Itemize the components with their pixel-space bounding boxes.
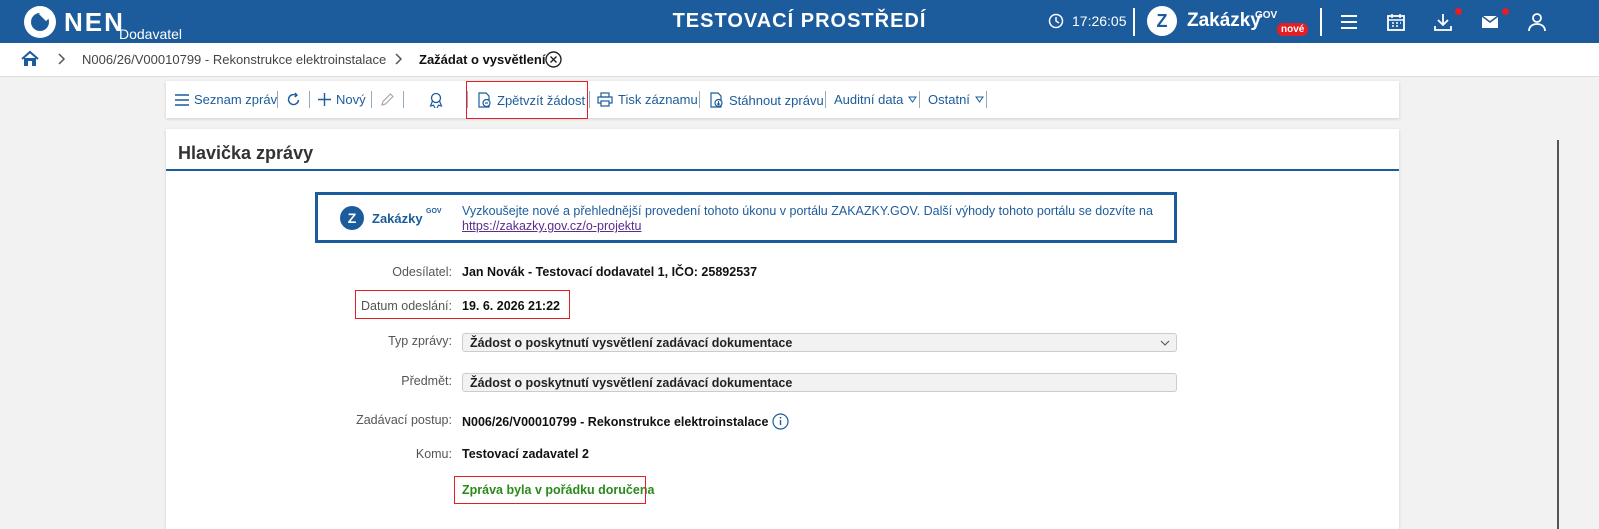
home-icon[interactable] [21,50,39,68]
download-icon[interactable] [1433,12,1453,32]
breadcrumb-item-procedure[interactable]: N006/26/V00010799 - Rekonstrukce elektro… [82,52,386,67]
triangle-down-icon [908,96,918,103]
print-record-button[interactable]: Tisk záznamu [597,92,698,107]
sender-value: Jan Novák - Testovací dodavatel 1, IČO: … [462,265,758,279]
message-header-card: Hlavička zprávy Z Zakázky GOV Vyzkoušejt… [166,129,1399,529]
environment-title: TESTOVACÍ PROSTŘEDÍ [672,10,927,32]
calendar-icon[interactable] [1386,12,1406,32]
subject-field[interactable]: Žádost o poskytnutí vysvětlení zadávací … [462,373,1177,392]
audit-data-label: Auditní data [834,92,904,107]
edit-button[interactable] [380,92,395,107]
highlight-box [355,290,570,319]
mail-notification-dot [1502,8,1509,15]
mail-icon[interactable] [1480,12,1500,32]
close-circle-icon[interactable] [545,51,562,68]
download-message-button[interactable]: Stáhnout zprávu [708,92,824,108]
chevron-right-icon [395,53,403,65]
header-divider [1133,8,1135,36]
list-icon [175,93,189,106]
procedure-label: Zadávací postup: [356,413,452,427]
chevron-down-icon [1160,340,1170,346]
toolbar: Seznam zpráv Nový Zpětvzít žádost Tisk z… [166,81,1399,119]
toolbar-separator [371,91,372,108]
user-icon[interactable] [1527,12,1547,32]
toolbar-separator [309,91,310,108]
chevron-right-icon [58,53,66,65]
toolbar-separator [589,91,590,108]
highlight-box [466,81,588,119]
banner-link[interactable]: https://zakazky.gov.cz/o-projektu [462,219,641,233]
zakazky-logo-icon: Z [1147,6,1177,36]
breadcrumb: N006/26/V00010799 - Rekonstrukce elektro… [0,43,1599,77]
zakazky-gov-sup: GOV [1255,10,1278,21]
menu-icon[interactable] [1339,12,1359,32]
other-label: Ostatní [928,92,970,107]
banner-brand: Zakázky [372,211,423,226]
toolbar-separator [825,91,826,108]
info-icon [772,413,790,430]
session-clock: 17:26:05 [1048,13,1127,29]
zakazky-new-badge: nové [1277,23,1309,36]
message-list-label: Seznam zpráv [194,92,278,107]
recipient-label: Komu: [415,447,452,461]
zakazky-label: Zakázky [1187,10,1261,31]
zakazky-logo-icon: Z [340,206,364,230]
clock-icon [1048,13,1064,29]
header-divider [1320,8,1322,36]
award-button[interactable] [428,92,444,108]
message-type-label: Typ zprávy: [388,334,452,348]
document-download-icon [710,92,723,108]
award-icon [429,92,443,108]
clock-time: 17:26:05 [1072,13,1127,29]
recipient-value: Testovací zadavatel 2 [462,447,589,461]
toolbar-separator [919,91,920,108]
pencil-icon [381,93,394,106]
toolbar-separator [277,91,278,108]
scrollbar[interactable] [1557,140,1559,529]
toolbar-separator [699,91,700,108]
new-button[interactable]: Nový [318,92,366,107]
banner-brand-gov: GOV [426,208,442,215]
download-notification-dot [1455,8,1462,15]
audit-data-dropdown[interactable]: Auditní data [834,92,918,107]
other-dropdown[interactable]: Ostatní [928,92,984,107]
top-bar: NEN Dodavatel TESTOVACÍ PROSTŘEDÍ 17:26:… [0,0,1599,43]
new-label: Nový [336,92,366,107]
breadcrumb-current: Zažádat o vysvětlení [419,52,546,67]
toolbar-separator [986,91,987,108]
message-list-button[interactable]: Seznam zpráv [175,92,277,107]
card-title-underline [166,169,1399,171]
sender-label: Odesílatel: [392,265,452,279]
message-type-value: Žádost o poskytnutí vysvětlení zadávací … [470,336,793,350]
message-type-select[interactable]: Žádost o poskytnutí vysvětlení zadávací … [462,333,1177,352]
printer-icon [597,92,613,107]
subject-label: Předmět: [401,374,452,388]
refresh-icon [287,92,300,106]
procedure-value: N006/26/V00010799 - Rekonstrukce elektro… [462,414,769,429]
highlight-box [454,476,646,504]
triangle-down-icon [974,96,984,103]
zakazky-gov-banner: Z Zakázky GOV Vyzkoušejte nové a přehled… [315,192,1177,243]
refresh-button[interactable] [286,92,301,107]
card-title: Hlavička zprávy [178,143,314,163]
banner-text: Vyzkoušejte nové a přehlednější proveden… [462,204,1153,234]
banner-message: Vyzkoušejte nové a přehlednější proveden… [462,204,1153,218]
download-message-label: Stáhnout zprávu [729,92,824,108]
plus-icon [318,93,331,106]
print-record-label: Tisk záznamu [618,92,698,107]
procedure-value-row: N006/26/V00010799 - Rekonstrukce elektro… [462,413,790,430]
zakazky-gov-link[interactable]: Z Zakázky GOV nové [1147,6,1309,36]
toolbar-separator [403,91,404,108]
